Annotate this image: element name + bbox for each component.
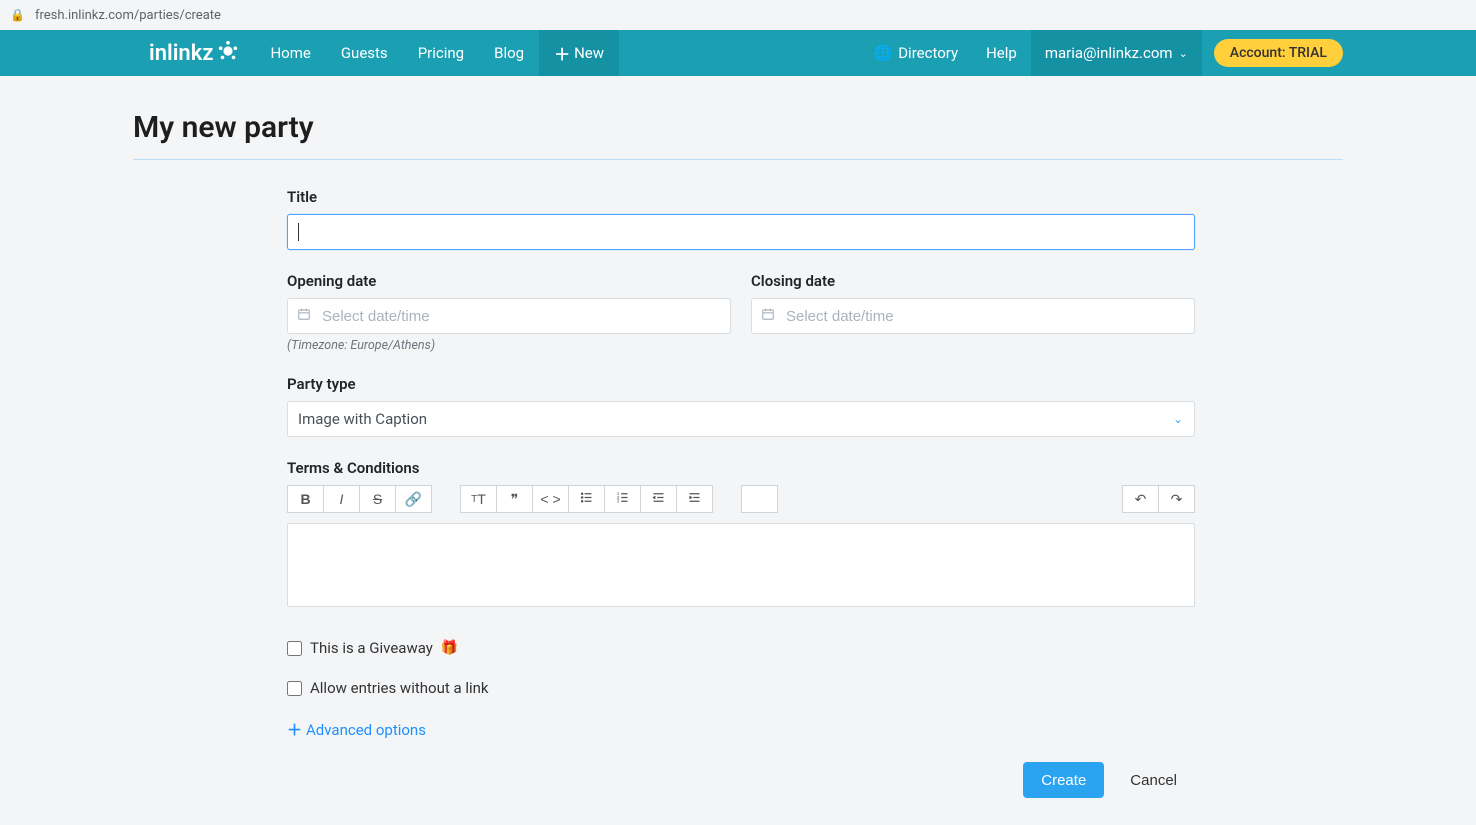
nav-new-label: New [574, 44, 604, 62]
nav-user-email: maria@inlinkz.com [1045, 44, 1173, 62]
advanced-options-toggle[interactable]: ＋ Advanced options [287, 719, 1195, 740]
browser-url: fresh.inlinkz.com/parties/create [35, 8, 221, 23]
svg-text:3: 3 [617, 499, 620, 504]
party-type-selected: Image with Caption [298, 410, 427, 428]
code-icon: < > [540, 491, 560, 507]
closing-date-input[interactable] [751, 298, 1195, 334]
logo-text: inlinkz [149, 41, 213, 66]
nav-pricing[interactable]: Pricing [403, 30, 479, 76]
nav-home[interactable]: Home [255, 30, 325, 76]
redo-button[interactable]: ↷ [1158, 485, 1195, 513]
plus-icon: ＋ [287, 719, 302, 740]
redo-icon: ↷ [1171, 491, 1183, 508]
title-input[interactable] [287, 214, 1195, 250]
title-label: Title [287, 188, 1195, 206]
opening-date-input[interactable] [287, 298, 731, 334]
allow-nolink-label: Allow entries without a link [310, 679, 489, 697]
fontsize-button[interactable]: TT [460, 485, 497, 513]
nav-new[interactable]: ＋New [539, 30, 619, 76]
quote-button[interactable]: ❞ [496, 485, 533, 513]
link-icon: 🔗 [405, 491, 422, 508]
editor-toolbar: B I S 🔗 TT ❞ < > 123 [287, 485, 1195, 513]
italic-button[interactable]: I [323, 485, 360, 513]
text-cursor [298, 223, 299, 241]
toolbar-spacer [741, 485, 778, 513]
closing-date-label: Closing date [751, 272, 1195, 290]
list-ol-icon: 123 [615, 490, 630, 508]
plus-icon: ＋ [554, 41, 570, 65]
account-badge[interactable]: Account: TRIAL [1214, 39, 1343, 67]
giveaway-label: This is a Giveaway [310, 639, 433, 657]
link-button[interactable]: 🔗 [395, 485, 432, 513]
undo-icon: ↶ [1135, 491, 1147, 508]
gift-icon: 🎁 [441, 640, 458, 656]
nav-guests[interactable]: Guests [326, 30, 403, 76]
nav-blog[interactable]: Blog [479, 30, 539, 76]
logo-mark-icon [217, 40, 239, 67]
code-button[interactable]: < > [532, 485, 569, 513]
allow-nolink-checkbox-row[interactable]: Allow entries without a link [287, 679, 1195, 697]
party-type-label: Party type [287, 375, 1195, 393]
page-divider [133, 159, 1343, 160]
timezone-hint: (Timezone: Europe/Athens) [287, 338, 731, 353]
terms-editor[interactable] [287, 523, 1195, 607]
indent-button[interactable] [676, 485, 713, 513]
party-type-select[interactable]: Image with Caption [287, 401, 1195, 437]
undo-button[interactable]: ↶ [1122, 485, 1159, 513]
giveaway-checkbox[interactable] [287, 641, 302, 656]
quote-icon: ❞ [511, 491, 519, 508]
outdent-icon [651, 490, 666, 508]
top-nav: inlinkz Home Guests Pricing Blog ＋New 🌐 D… [0, 30, 1476, 76]
logo[interactable]: inlinkz [133, 40, 255, 67]
calendar-icon [297, 307, 311, 325]
allow-nolink-checkbox[interactable] [287, 681, 302, 696]
outdent-button[interactable] [640, 485, 677, 513]
page-title: My new party [133, 110, 1343, 145]
lock-icon: 🔒 [10, 8, 25, 22]
strikethrough-button[interactable]: S [359, 485, 396, 513]
giveaway-checkbox-row[interactable]: This is a Giveaway 🎁 [287, 639, 1195, 657]
globe-icon: 🌐 [874, 44, 893, 62]
nav-directory-label: Directory [898, 44, 958, 62]
ol-button[interactable]: 123 [604, 485, 641, 513]
advanced-options-label: Advanced options [306, 721, 426, 739]
nav-user-menu[interactable]: maria@inlinkz.com ⌄ [1031, 30, 1202, 76]
opening-date-label: Opening date [287, 272, 731, 290]
nav-directory[interactable]: 🌐 Directory [860, 30, 973, 76]
list-ul-icon [579, 490, 594, 508]
chevron-down-icon: ⌄ [1179, 47, 1188, 60]
calendar-icon [761, 307, 775, 325]
ul-button[interactable] [568, 485, 605, 513]
create-button[interactable]: Create [1023, 762, 1104, 798]
indent-icon [687, 490, 702, 508]
bold-button[interactable]: B [287, 485, 324, 513]
browser-url-bar: 🔒 fresh.inlinkz.com/parties/create [0, 0, 1476, 30]
terms-label: Terms & Conditions [287, 459, 1195, 477]
nav-help[interactable]: Help [972, 30, 1031, 76]
cancel-button[interactable]: Cancel [1112, 762, 1195, 798]
